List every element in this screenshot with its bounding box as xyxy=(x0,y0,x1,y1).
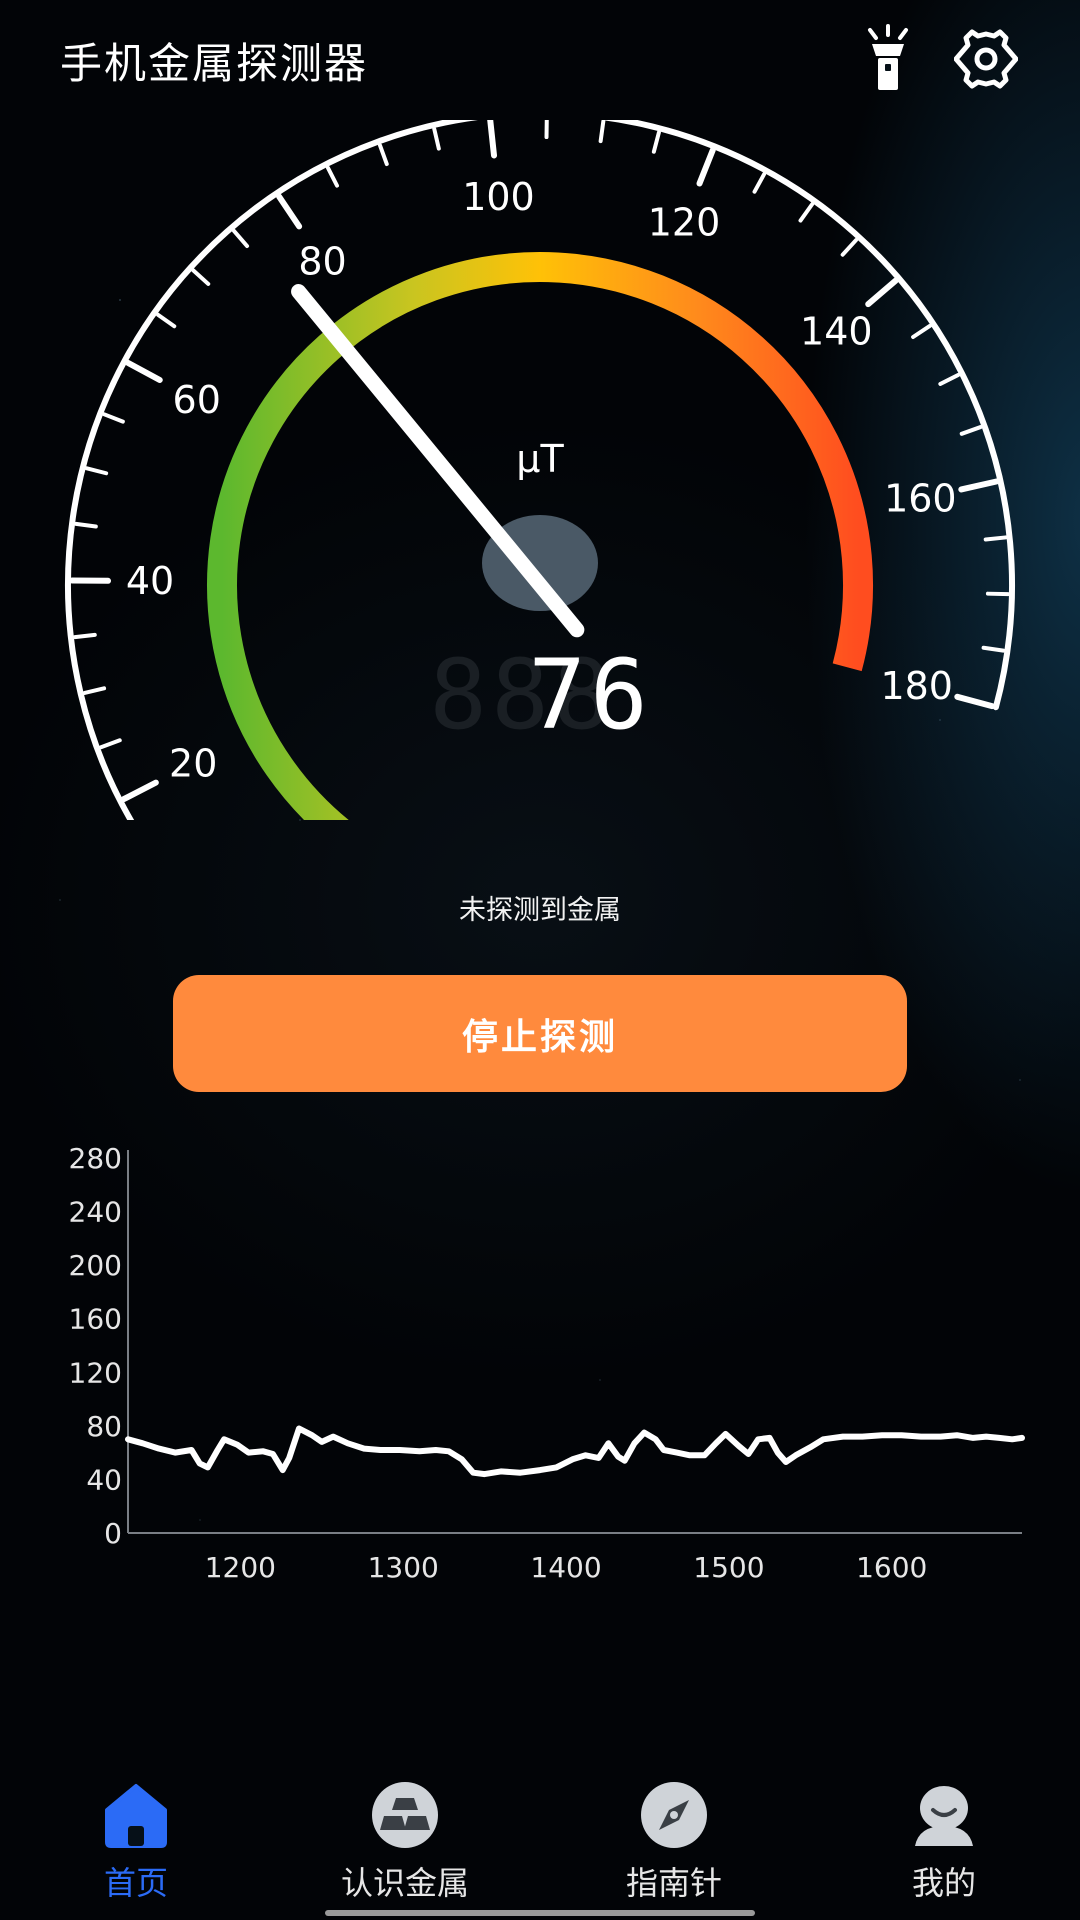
gauge-minor-tick xyxy=(82,686,107,695)
y-tick-label: 80 xyxy=(86,1410,122,1443)
flashlight-button[interactable] xyxy=(856,24,920,94)
gauge-minor-tick xyxy=(72,632,97,640)
chart-y-ticks: 0 40 80 120 160 200 240 280 xyxy=(69,1142,122,1550)
home-indicator xyxy=(325,1910,755,1916)
nav-label-compass: 指南针 xyxy=(625,1864,722,1902)
magnetic-history-chart: 0 40 80 120 160 200 240 280 1200 1300 1400 1500 160… xyxy=(69,1142,1025,1584)
gauge-minor-tick xyxy=(598,120,606,144)
gauge-scale-label: 80 xyxy=(298,239,346,283)
gauge-minor-tick xyxy=(840,237,859,257)
x-tick-label: 1600 xyxy=(856,1551,927,1584)
gauge-minor-tick xyxy=(981,645,1006,653)
y-tick-label: 160 xyxy=(69,1303,122,1336)
gauge-unit-label: μT xyxy=(516,437,564,481)
gauge-major-tick xyxy=(958,478,1000,493)
y-tick-label: 120 xyxy=(69,1356,122,1389)
y-tick-label: 0 xyxy=(104,1517,122,1550)
gauge-minor-tick xyxy=(377,143,389,167)
gauge-minor-tick xyxy=(798,202,815,223)
app-header: 手机金属探测器 xyxy=(0,0,1080,120)
gauge-minor-tick xyxy=(74,521,98,529)
nav-item-mine[interactable]: 我的 xyxy=(844,1780,1044,1920)
nav-item-metals[interactable]: 认识金属 xyxy=(305,1780,505,1920)
gauge-minor-tick xyxy=(191,268,211,286)
gauge-scale-label: 20 xyxy=(169,741,217,785)
x-tick-label: 1200 xyxy=(205,1551,276,1584)
gauge-major-tick xyxy=(865,277,899,308)
gold-bars-icon xyxy=(372,1782,438,1848)
chart-x-ticks: 1200 1300 1400 1500 1600 xyxy=(205,1551,928,1584)
gauge-major-tick xyxy=(696,147,716,187)
x-tick-label: 1300 xyxy=(368,1551,439,1584)
gauge-scale-label: 40 xyxy=(126,559,174,603)
gauge-minor-tick xyxy=(983,535,1008,542)
gauge-major-tick xyxy=(487,120,498,159)
gauge-minor-tick xyxy=(102,412,125,424)
gauge-minor-tick xyxy=(155,312,177,329)
gauge-minor-tick xyxy=(99,738,122,750)
x-tick-label: 1500 xyxy=(693,1551,764,1584)
nav-label-home: 首页 xyxy=(103,1864,168,1902)
magnetic-gauge: 020406080100120140160180 μT 888 76 xyxy=(65,120,1015,820)
settings-button[interactable] xyxy=(953,24,1019,94)
home-icon xyxy=(105,1784,167,1848)
detection-status: 未探测到金属 xyxy=(459,895,621,926)
nav-label-mine: 我的 xyxy=(911,1864,976,1902)
gauge-major-tick xyxy=(125,359,163,383)
x-tick-label: 1400 xyxy=(530,1551,601,1584)
gauge-scale-label: 160 xyxy=(884,477,957,521)
gauge-minor-tick xyxy=(432,127,441,151)
gauge-minor-tick xyxy=(938,372,961,386)
page-title: 手机金属探测器 xyxy=(60,39,369,88)
profile-icon xyxy=(915,1786,973,1846)
gauge-minor-tick xyxy=(752,172,767,194)
flashlight-icon xyxy=(868,24,908,90)
gauge-minor-tick xyxy=(959,425,983,436)
gauge-major-tick xyxy=(276,193,303,230)
bottom-nav: 首页 认识金属 指南针 我的 xyxy=(0,1780,1080,1920)
gear-icon xyxy=(953,29,1019,89)
gauge-minor-tick xyxy=(911,323,932,340)
gauge-scale-label: 100 xyxy=(462,175,535,219)
nav-item-home[interactable]: 首页 xyxy=(36,1780,236,1920)
y-tick-label: 200 xyxy=(69,1249,122,1282)
gauge-scale-label: 120 xyxy=(648,201,721,245)
digital-readout: 76 xyxy=(528,639,652,751)
compass-icon xyxy=(641,1782,707,1848)
y-tick-label: 280 xyxy=(69,1142,122,1175)
gauge-minor-tick xyxy=(325,165,339,188)
y-tick-label: 40 xyxy=(86,1463,122,1496)
gauge-minor-tick xyxy=(84,466,109,476)
stop-detection-button[interactable]: 停止探测 xyxy=(173,975,907,1092)
gauge-scale-label: 180 xyxy=(880,664,953,708)
gauge-minor-tick xyxy=(651,130,661,154)
chart-axes xyxy=(127,1150,1022,1534)
y-tick-label: 240 xyxy=(69,1196,122,1229)
series-line xyxy=(125,1425,1025,1478)
gauge-scale-label: 60 xyxy=(173,378,221,422)
gauge-minor-tick xyxy=(231,228,250,249)
gauge-scale-label: 140 xyxy=(800,309,873,353)
nav-item-compass[interactable]: 指南针 xyxy=(574,1780,774,1920)
nav-label-metals: 认识金属 xyxy=(340,1864,469,1902)
gauge-major-tick xyxy=(954,693,996,710)
gauge-major-tick xyxy=(120,779,159,803)
